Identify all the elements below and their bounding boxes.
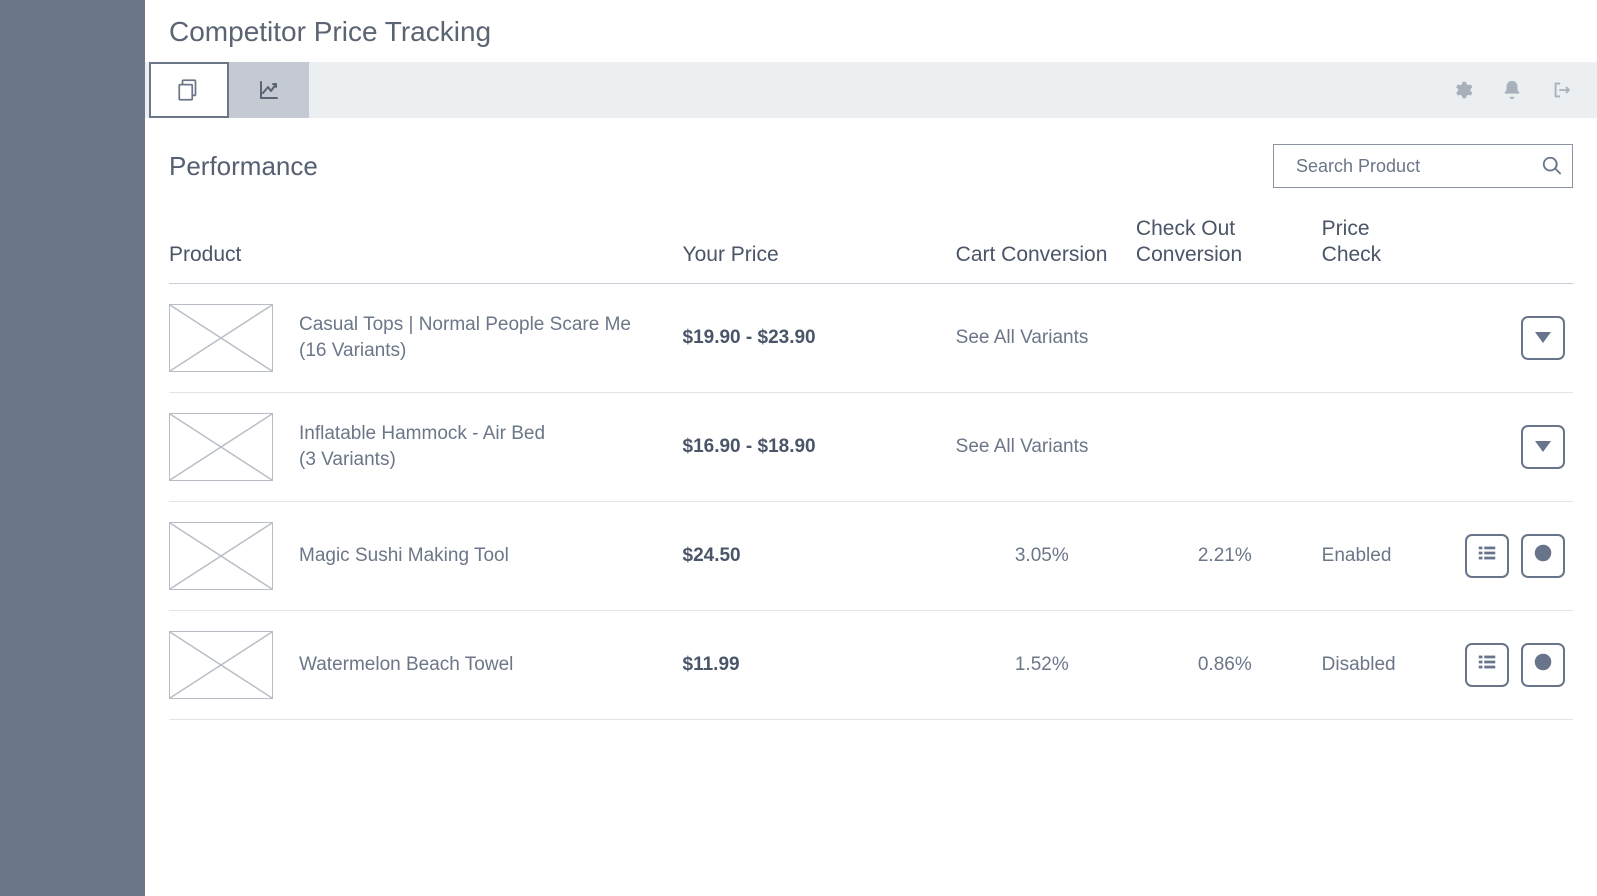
col-header-price-check: Price Check — [1322, 206, 1442, 283]
col-header-price: Your Price — [683, 206, 956, 283]
see-all-variants-link[interactable]: See All Variants — [956, 327, 1089, 348]
price-check-status: Enabled — [1322, 545, 1392, 566]
gear-icon[interactable] — [1451, 79, 1473, 101]
table-row: Watermelon Beach Towel $11.99 1.52% 0.86% Di… — [169, 610, 1573, 719]
pie-chart-icon — [1532, 651, 1554, 679]
col-header-checkout: Check Out Conversion — [1136, 206, 1322, 283]
list-icon — [1476, 542, 1498, 570]
performance-table: Product Your Price Cart Conversion Check… — [169, 206, 1573, 720]
list-icon — [1476, 651, 1498, 679]
table-header-row: Product Your Price Cart Conversion Check… — [169, 206, 1573, 283]
table-row: Inflatable Hammock - Air Bed(3 Variants)… — [169, 392, 1573, 501]
col-header-product: Product — [169, 206, 683, 283]
caret-down-icon — [1535, 332, 1551, 343]
product-name: Magic Sushi Making Tool — [299, 543, 509, 569]
documents-icon — [176, 77, 202, 103]
main-content: Competitor Price Tracking — [145, 0, 1597, 896]
see-all-variants-link[interactable]: See All Variants — [956, 436, 1089, 457]
view-tabs — [145, 62, 309, 118]
cart-conversion: 3.05% — [1015, 545, 1069, 566]
product-thumbnail — [169, 304, 273, 372]
col-header-actions — [1442, 206, 1573, 283]
checkout-conversion: 2.21% — [1198, 545, 1252, 566]
toolbar — [145, 62, 1597, 118]
table-row: Magic Sushi Making Tool $24.50 3.05% 2.21% E… — [169, 501, 1573, 610]
tab-overview[interactable] — [149, 62, 229, 118]
list-view-button[interactable] — [1465, 534, 1509, 578]
table-row: Casual Tops | Normal People Scare Me(16 … — [169, 283, 1573, 392]
section-header: Performance — [145, 118, 1597, 188]
product-name: Watermelon Beach Towel — [299, 652, 513, 678]
expand-variants-button[interactable] — [1521, 425, 1565, 469]
price-check-status: Disabled — [1322, 654, 1396, 675]
pie-chart-icon — [1532, 542, 1554, 570]
chart-line-icon — [257, 78, 281, 102]
product-name: Casual Tops | Normal People Scare Me(16 … — [299, 312, 631, 363]
section-title: Performance — [169, 151, 318, 182]
bell-icon[interactable] — [1501, 79, 1523, 101]
product-thumbnail — [169, 413, 273, 481]
search-icon[interactable] — [1541, 155, 1563, 177]
cart-conversion: 1.52% — [1015, 654, 1069, 675]
your-price: $16.90 - $18.90 — [683, 436, 816, 457]
product-thumbnail — [169, 631, 273, 699]
product-thumbnail — [169, 522, 273, 590]
col-header-cart: Cart Conversion — [956, 206, 1136, 283]
expand-variants-button[interactable] — [1521, 316, 1565, 360]
sidebar — [0, 0, 145, 896]
your-price: $19.90 - $23.90 — [683, 327, 816, 348]
your-price: $11.99 — [683, 654, 740, 675]
chart-view-button[interactable] — [1521, 643, 1565, 687]
page-title: Competitor Price Tracking — [145, 0, 1597, 62]
product-name: Inflatable Hammock - Air Bed(3 Variants) — [299, 421, 545, 472]
search-wrap — [1273, 144, 1573, 188]
chart-view-button[interactable] — [1521, 534, 1565, 578]
checkout-conversion: 0.86% — [1198, 654, 1252, 675]
caret-down-icon — [1535, 441, 1551, 452]
your-price: $24.50 — [683, 545, 741, 566]
tab-analytics[interactable] — [229, 62, 309, 118]
toolbar-actions — [1451, 79, 1597, 101]
search-input[interactable] — [1273, 144, 1573, 188]
list-view-button[interactable] — [1465, 643, 1509, 687]
logout-icon[interactable] — [1551, 79, 1573, 101]
